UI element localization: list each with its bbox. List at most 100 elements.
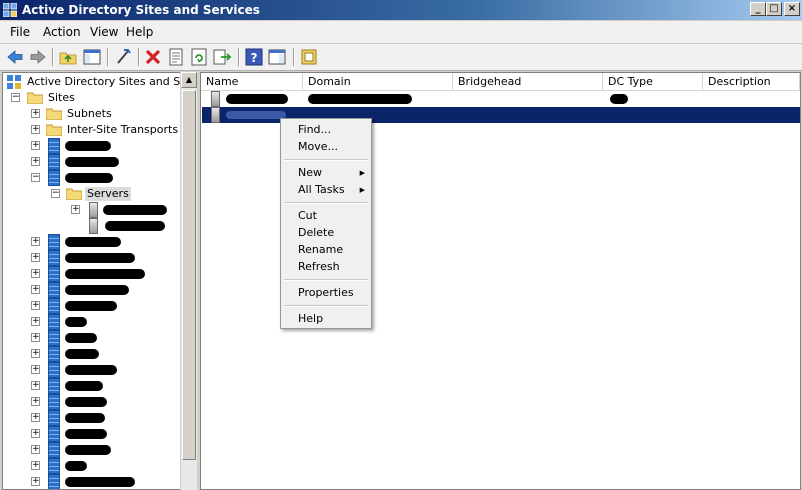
tree-item-subnets[interactable]: + Subnets — [5, 106, 195, 122]
menu-item-move[interactable]: Move... — [298, 140, 338, 154]
tree-item-site[interactable]: + — [5, 346, 195, 362]
menu-action[interactable]: Action — [43, 25, 81, 39]
console-tree[interactable]: Active Directory Sites and Servic − Site… — [2, 72, 198, 490]
minimize-button[interactable]: _ — [750, 2, 766, 16]
site-icon — [48, 282, 60, 298]
site-icon — [48, 250, 60, 266]
scroll-thumb[interactable] — [182, 90, 196, 460]
server-icon — [211, 107, 220, 123]
help-icon[interactable]: ? — [244, 47, 264, 67]
toolbar: ? — [0, 44, 802, 71]
tree-item-site[interactable]: + — [5, 410, 195, 426]
forward-icon[interactable] — [28, 47, 48, 67]
properties-icon[interactable] — [166, 47, 186, 67]
expand-icon[interactable]: + — [31, 301, 40, 310]
expand-icon[interactable]: + — [31, 461, 40, 470]
column-header-description[interactable]: Description — [703, 73, 800, 91]
tree-item-site[interactable]: + — [5, 378, 195, 394]
up-folder-icon[interactable] — [58, 47, 78, 67]
expand-icon[interactable]: + — [31, 285, 40, 294]
tree-scrollbar[interactable]: ▲ — [180, 72, 197, 490]
tree-item-site[interactable]: + — [5, 330, 195, 346]
expand-icon[interactable]: + — [31, 237, 40, 246]
refresh-icon[interactable] — [189, 47, 209, 67]
expand-icon[interactable]: + — [31, 429, 40, 438]
menu-item-cut[interactable]: Cut — [298, 209, 317, 223]
menu-file[interactable]: File — [10, 25, 30, 39]
tree-item-site[interactable]: + — [5, 298, 195, 314]
title-bar: Active Directory Sites and Services _ □ … — [0, 0, 802, 20]
tree-item-site[interactable]: + — [5, 154, 195, 170]
tree-item-server[interactable]: + — [5, 202, 195, 218]
link-icon[interactable] — [113, 47, 133, 67]
tree-item-site[interactable]: + — [5, 138, 195, 154]
tree-item-site[interactable]: + — [5, 474, 195, 489]
menu-help[interactable]: Help — [126, 25, 153, 39]
site-icon — [48, 346, 60, 362]
maximize-button[interactable]: □ — [766, 2, 782, 16]
expand-icon[interactable]: + — [31, 397, 40, 406]
expand-icon[interactable]: + — [31, 125, 40, 134]
export-list-icon[interactable] — [212, 47, 232, 67]
tree-item-servers[interactable]: − Servers — [5, 186, 195, 202]
tree-item-sites[interactable]: − Sites — [5, 90, 195, 106]
tree-item-site[interactable]: + — [5, 282, 195, 298]
column-header-bridgehead[interactable]: Bridgehead — [453, 73, 603, 91]
redacted-domain — [308, 94, 412, 104]
menu-separator — [284, 202, 368, 204]
expand-icon[interactable]: + — [31, 317, 40, 326]
expand-icon[interactable]: + — [31, 141, 40, 150]
tree-item-site[interactable]: + — [5, 394, 195, 410]
tree-item-site[interactable]: + — [5, 458, 195, 474]
expand-icon[interactable]: + — [31, 333, 40, 342]
action-pane-icon[interactable] — [267, 47, 287, 67]
close-button[interactable]: × — [784, 2, 800, 16]
tree-item-inter-site-transports[interactable]: + Inter-Site Transports — [5, 122, 195, 138]
tree-item-root[interactable]: Active Directory Sites and Servic — [5, 74, 197, 90]
expand-icon[interactable]: + — [31, 269, 40, 278]
expand-icon[interactable]: + — [31, 365, 40, 374]
tree-item-site[interactable]: + — [5, 442, 195, 458]
tree-item-site[interactable]: + — [5, 426, 195, 442]
collapse-icon[interactable]: − — [51, 189, 60, 198]
list-row[interactable] — [202, 91, 800, 107]
back-icon[interactable] — [5, 47, 25, 67]
column-header-domain[interactable]: Domain — [303, 73, 453, 91]
tree-label: Sites — [48, 91, 75, 104]
expand-icon[interactable]: + — [31, 157, 40, 166]
expand-icon[interactable]: + — [31, 381, 40, 390]
menu-item-refresh[interactable]: Refresh — [298, 260, 340, 274]
tree-item-site[interactable]: + — [5, 234, 195, 250]
tree-item-site[interactable]: + — [5, 250, 195, 266]
column-header-name[interactable]: Name — [201, 73, 303, 91]
menu-item-new[interactable]: New — [298, 166, 322, 180]
menu-item-find[interactable]: Find... — [298, 123, 331, 137]
expand-icon[interactable]: + — [31, 109, 40, 118]
menu-view[interactable]: View — [90, 25, 118, 39]
expand-icon[interactable]: + — [31, 477, 40, 486]
expand-icon[interactable]: + — [31, 445, 40, 454]
mmc-icon[interactable] — [299, 47, 319, 67]
expand-icon[interactable]: + — [31, 413, 40, 422]
scroll-up-icon[interactable]: ▲ — [181, 72, 197, 88]
show-hide-console-tree-icon[interactable] — [82, 47, 102, 67]
tree-item-site[interactable]: + — [5, 266, 195, 282]
tree-item-server[interactable] — [5, 218, 195, 234]
tree-item-site[interactable]: + — [5, 362, 195, 378]
collapse-icon[interactable]: − — [31, 173, 40, 182]
column-header-dc-type[interactable]: DC Type — [603, 73, 703, 91]
site-icon — [48, 330, 60, 346]
menu-item-all-tasks[interactable]: All Tasks — [298, 183, 345, 197]
menu-item-rename[interactable]: Rename — [298, 243, 343, 257]
menu-item-help[interactable]: Help — [298, 312, 323, 326]
folder-icon — [46, 108, 62, 120]
collapse-icon[interactable]: − — [11, 93, 20, 102]
expand-icon[interactable]: + — [31, 349, 40, 358]
expand-icon[interactable]: + — [71, 205, 80, 214]
delete-icon[interactable] — [143, 47, 163, 67]
menu-item-properties[interactable]: Properties — [298, 286, 354, 300]
tree-item-site[interactable]: + — [5, 314, 195, 330]
tree-item-site[interactable]: − — [5, 170, 195, 186]
menu-item-delete[interactable]: Delete — [298, 226, 334, 240]
expand-icon[interactable]: + — [31, 253, 40, 262]
